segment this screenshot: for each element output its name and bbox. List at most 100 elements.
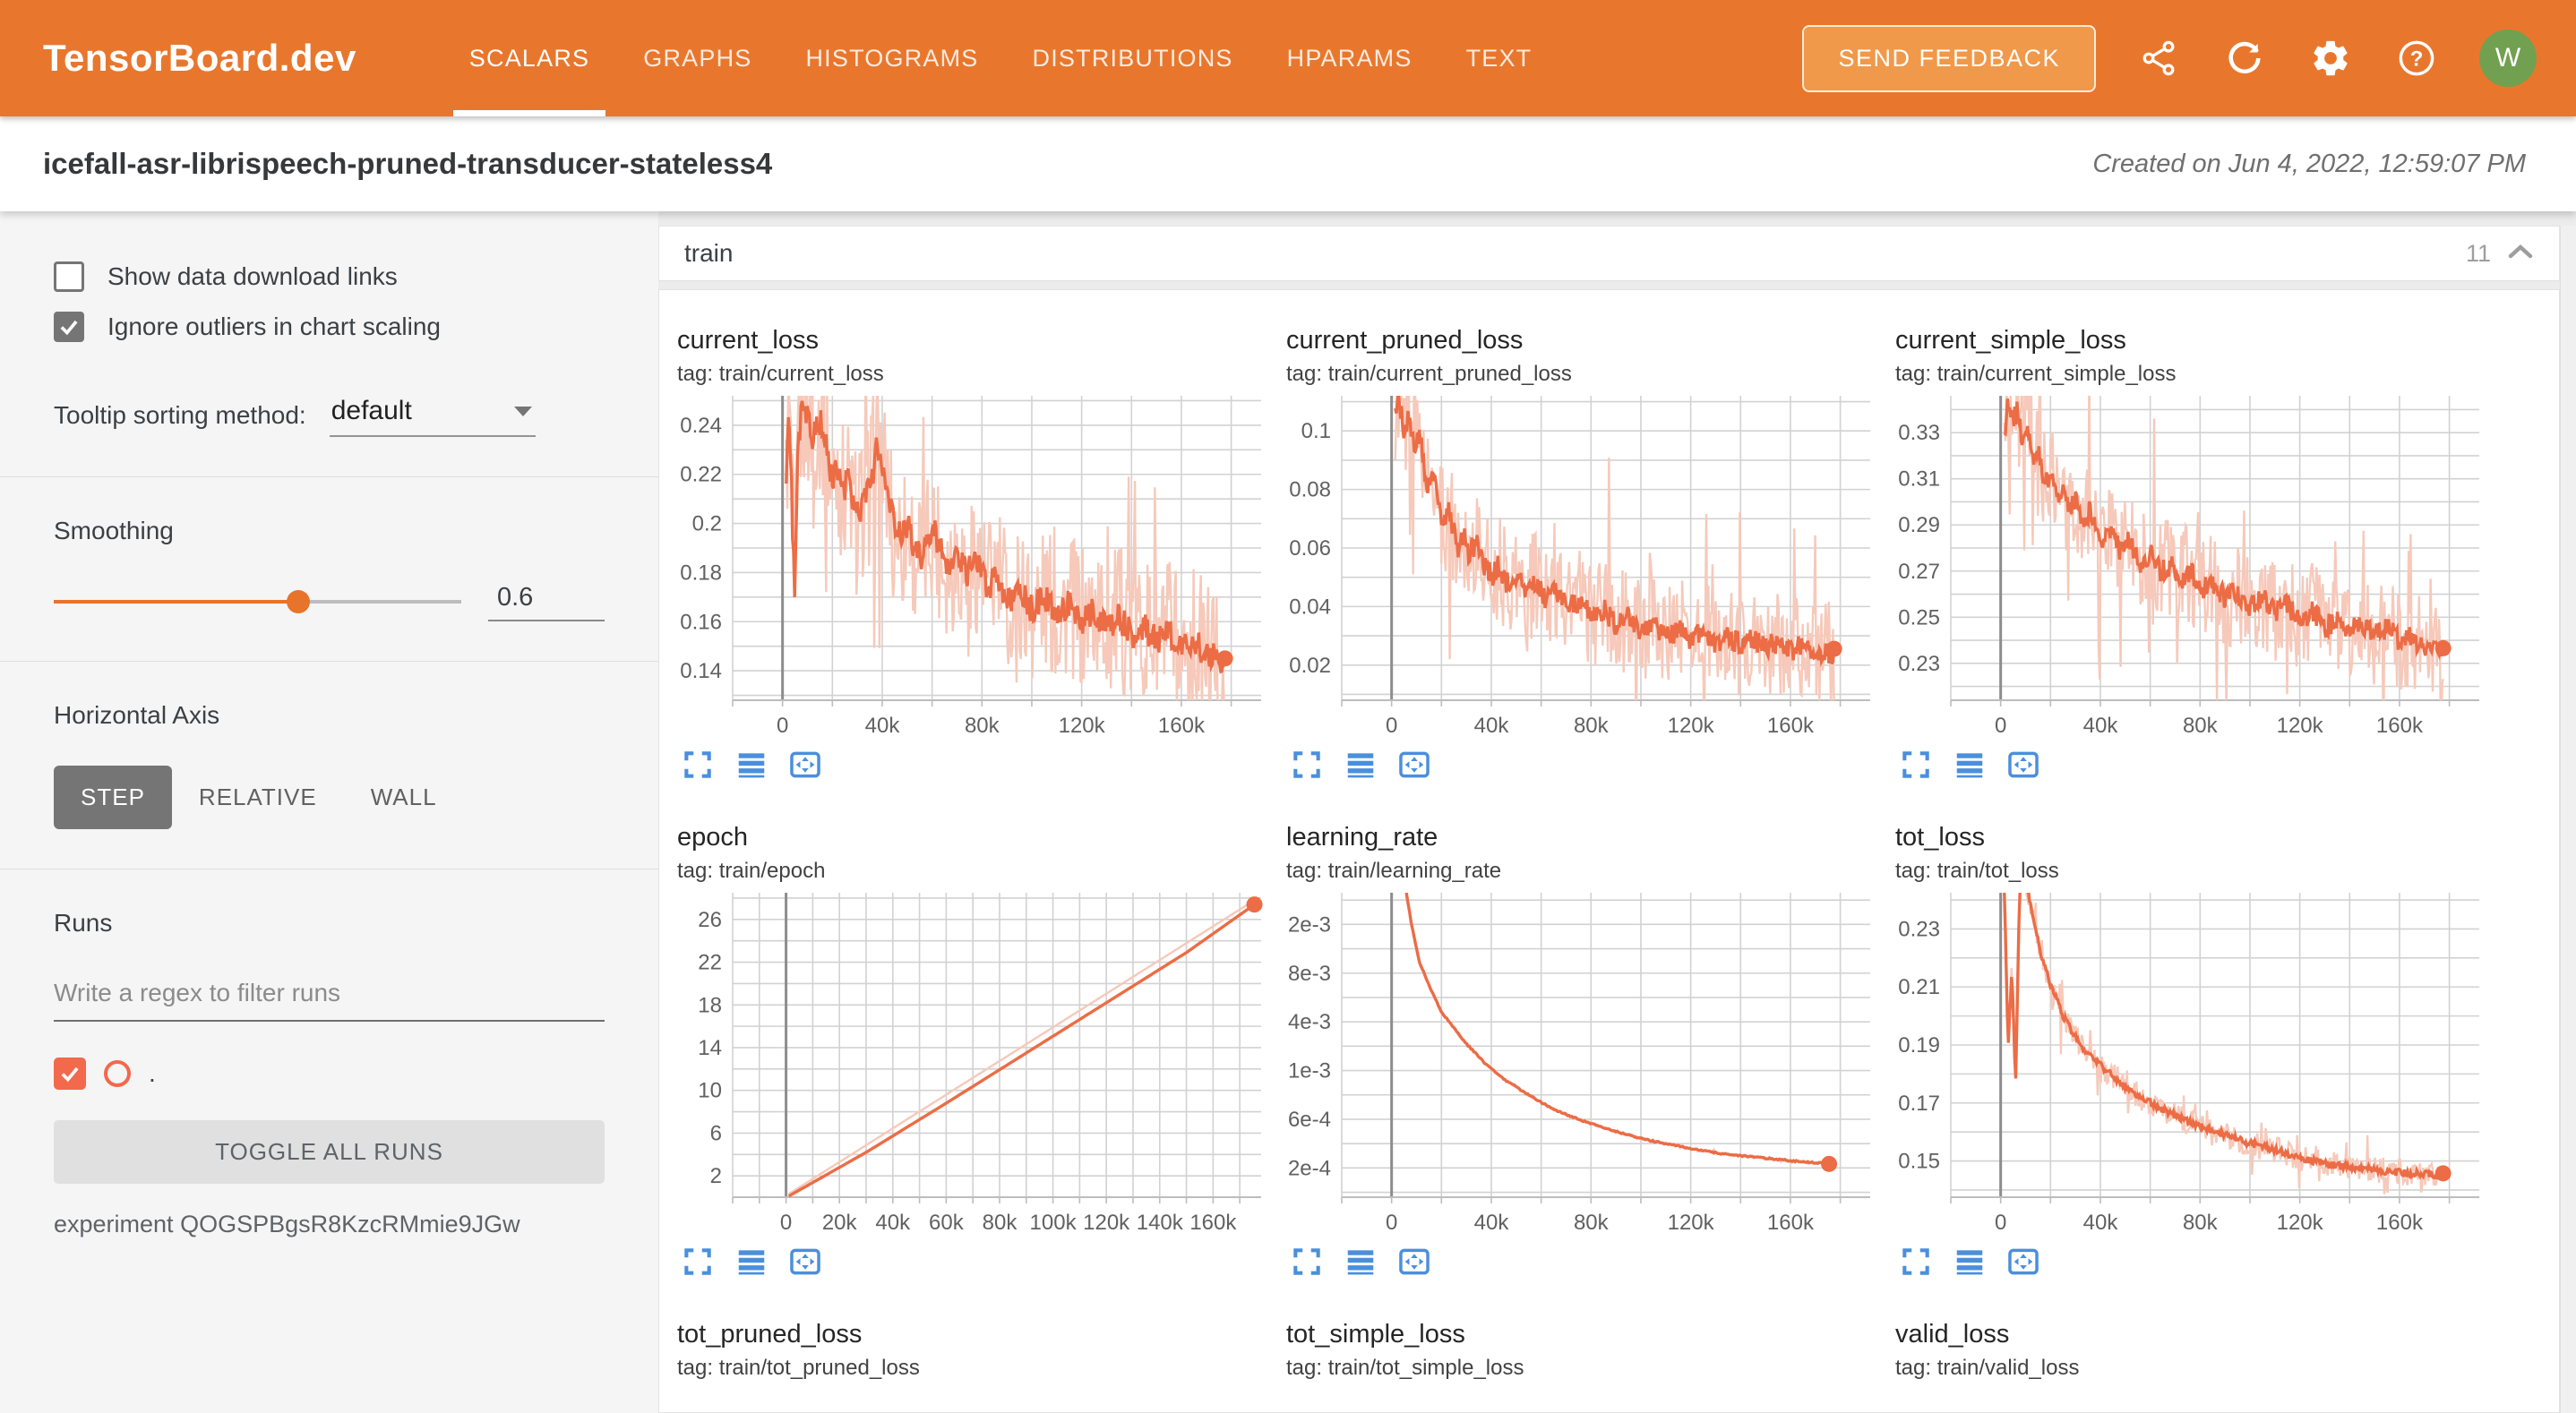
chart-title: tot_pruned_loss bbox=[677, 1320, 1268, 1349]
send-feedback-button[interactable]: SEND FEEDBACK bbox=[1802, 25, 2096, 92]
chart-title: valid_loss bbox=[1895, 1320, 2486, 1349]
svg-text:2e-4: 2e-4 bbox=[1288, 1156, 1331, 1180]
chart-plot-current_simple_loss[interactable]: 0.330.310.290.270.250.23040k80k120k160k bbox=[1895, 390, 2486, 740]
svg-text:160k: 160k bbox=[1189, 1211, 1237, 1235]
svg-text:80k: 80k bbox=[1574, 1211, 1610, 1235]
fit-domain-icon[interactable] bbox=[2006, 1245, 2040, 1279]
tab-hparams[interactable]: HPARAMS bbox=[1260, 0, 1439, 116]
chart-title: tot_loss bbox=[1895, 823, 2486, 852]
ignore-outliers-checkbox[interactable]: Ignore outliers in chart scaling bbox=[54, 312, 605, 342]
chart-title: tot_simple_loss bbox=[1286, 1320, 1877, 1349]
svg-text:140k: 140k bbox=[1137, 1211, 1184, 1235]
fullscreen-icon[interactable] bbox=[681, 1245, 715, 1279]
section-title: train bbox=[684, 239, 733, 268]
fullscreen-icon[interactable] bbox=[681, 748, 715, 782]
fit-domain-icon[interactable] bbox=[2006, 748, 2040, 782]
svg-text:2.2e-3: 2.2e-3 bbox=[1286, 912, 1331, 937]
svg-text:160k: 160k bbox=[1767, 714, 1815, 738]
svg-text:40k: 40k bbox=[2083, 714, 2119, 738]
fit-domain-icon[interactable] bbox=[788, 1245, 822, 1279]
chart-plot-learning_rate[interactable]: 2.2e-31.8e-31.4e-31e-36e-42e-4040k80k120… bbox=[1286, 887, 1877, 1237]
fullscreen-icon[interactable] bbox=[1290, 1245, 1324, 1279]
avatar[interactable]: W bbox=[2479, 30, 2537, 87]
svg-text:0.08: 0.08 bbox=[1289, 478, 1331, 502]
settings-icon[interactable] bbox=[2307, 35, 2354, 81]
svg-text:18: 18 bbox=[698, 993, 722, 1017]
run-checkbox-checked-icon[interactable] bbox=[54, 1058, 86, 1090]
svg-text:0.25: 0.25 bbox=[1898, 605, 1940, 629]
settings-sidebar: Show data download links Ignore outliers… bbox=[0, 211, 658, 1413]
help-icon[interactable]: ? bbox=[2393, 35, 2440, 81]
chevron-down-icon bbox=[514, 407, 532, 416]
checkbox-unchecked-icon bbox=[54, 261, 84, 292]
chart-card-current_loss: current_losstag: train/current_loss0.240… bbox=[677, 326, 1268, 782]
chart-title: current_pruned_loss bbox=[1286, 326, 1877, 355]
svg-text:120k: 120k bbox=[1668, 1211, 1715, 1235]
svg-text:0.21: 0.21 bbox=[1898, 975, 1940, 999]
smoothing-label: Smoothing bbox=[54, 517, 605, 545]
svg-text:0.1: 0.1 bbox=[1301, 419, 1331, 443]
svg-text:0.04: 0.04 bbox=[1289, 595, 1331, 619]
tab-text[interactable]: TEXT bbox=[1439, 0, 1559, 116]
svg-text:80k: 80k bbox=[965, 714, 1000, 738]
refresh-icon[interactable] bbox=[2221, 35, 2268, 81]
data-table-icon[interactable] bbox=[1953, 748, 1987, 782]
svg-text:80k: 80k bbox=[1574, 714, 1610, 738]
data-table-icon[interactable] bbox=[1953, 1245, 1987, 1279]
svg-text:120k: 120k bbox=[2277, 1211, 2324, 1235]
runs-label: Runs bbox=[54, 909, 605, 938]
svg-text:80k: 80k bbox=[983, 1211, 1018, 1235]
tab-histograms[interactable]: HISTOGRAMS bbox=[778, 0, 1005, 116]
data-table-icon[interactable] bbox=[1344, 748, 1378, 782]
app-header: TensorBoard.dev SCALARSGRAPHSHISTOGRAMSD… bbox=[0, 0, 2576, 116]
svg-text:40k: 40k bbox=[865, 714, 901, 738]
axis-option-relative[interactable]: RELATIVE bbox=[172, 766, 344, 829]
fullscreen-icon[interactable] bbox=[1899, 1245, 1933, 1279]
svg-text:0.02: 0.02 bbox=[1289, 654, 1331, 678]
chevron-up-icon[interactable] bbox=[2507, 243, 2534, 265]
smoothing-slider[interactable] bbox=[54, 600, 461, 604]
scrollbar-gutter[interactable] bbox=[2560, 226, 2576, 1413]
tab-graphs[interactable]: GRAPHS bbox=[616, 0, 778, 116]
data-table-icon[interactable] bbox=[734, 1245, 769, 1279]
chart-card-current_pruned_loss: current_pruned_losstag: train/current_pr… bbox=[1286, 326, 1877, 782]
chart-title: current_loss bbox=[677, 326, 1268, 355]
svg-text:0.18: 0.18 bbox=[680, 561, 722, 585]
chart-card-current_simple_loss: current_simple_losstag: train/current_si… bbox=[1895, 326, 2486, 782]
data-table-icon[interactable] bbox=[1344, 1245, 1378, 1279]
chart-card-tot_simple_loss: tot_simple_losstag: train/tot_simple_los… bbox=[1286, 1320, 1877, 1381]
fit-domain-icon[interactable] bbox=[1397, 748, 1431, 782]
share-icon[interactable] bbox=[2135, 35, 2182, 81]
svg-text:80k: 80k bbox=[2183, 714, 2219, 738]
fullscreen-icon[interactable] bbox=[1290, 748, 1324, 782]
chart-plot-current_loss[interactable]: 0.240.220.20.180.160.14040k80k120k160k bbox=[677, 390, 1268, 740]
fit-domain-icon[interactable] bbox=[1397, 1245, 1431, 1279]
train-charts-card: current_losstag: train/current_loss0.240… bbox=[658, 289, 2560, 1413]
chart-toolbar bbox=[1286, 1245, 1877, 1279]
chart-plot-tot_loss[interactable]: 0.230.210.190.170.15040k80k120k160k bbox=[1895, 887, 2486, 1237]
tooltip-sorting-dropdown[interactable]: default bbox=[330, 392, 536, 437]
svg-text:40k: 40k bbox=[1474, 714, 1510, 738]
run-color-swatch[interactable] bbox=[104, 1060, 131, 1087]
app-logo: TensorBoard.dev bbox=[43, 37, 356, 80]
axis-option-step[interactable]: STEP bbox=[54, 766, 172, 829]
axis-option-wall[interactable]: WALL bbox=[344, 766, 464, 829]
svg-text:100k: 100k bbox=[1030, 1211, 1078, 1235]
train-section-header[interactable]: train 11 bbox=[658, 226, 2560, 281]
toggle-all-runs-button[interactable]: TOGGLE ALL RUNS bbox=[54, 1120, 605, 1184]
chart-plot-epoch[interactable]: 261014182226020k40k60k80k100k120k140k160… bbox=[677, 887, 1268, 1237]
svg-text:0.16: 0.16 bbox=[680, 610, 722, 634]
show-download-links-checkbox[interactable]: Show data download links bbox=[54, 261, 605, 292]
tab-distributions[interactable]: DISTRIBUTIONS bbox=[1006, 0, 1260, 116]
chart-title: learning_rate bbox=[1286, 823, 1877, 852]
fullscreen-icon[interactable] bbox=[1899, 748, 1933, 782]
fit-domain-icon[interactable] bbox=[788, 748, 822, 782]
slider-thumb[interactable] bbox=[287, 590, 310, 613]
runs-filter-input[interactable] bbox=[54, 973, 605, 1022]
smoothing-value[interactable]: 0.6 bbox=[488, 581, 605, 621]
chart-plot-current_pruned_loss[interactable]: 0.10.080.060.040.02040k80k120k160k bbox=[1286, 390, 1877, 740]
chart-toolbar bbox=[1286, 748, 1877, 782]
tab-scalars[interactable]: SCALARS bbox=[442, 0, 616, 116]
data-table-icon[interactable] bbox=[734, 748, 769, 782]
chart-tag: tag: train/learning_rate bbox=[1286, 859, 1877, 884]
